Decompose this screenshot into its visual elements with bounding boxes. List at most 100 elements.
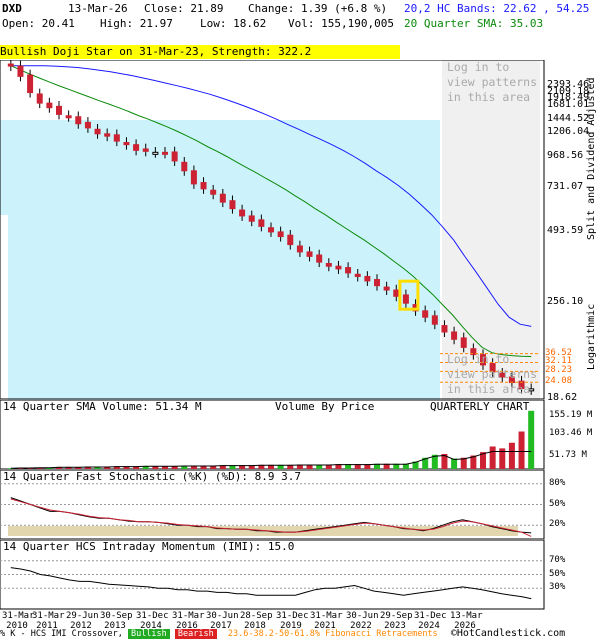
candle-body [84, 121, 91, 129]
candle-body [268, 227, 274, 233]
candle-body [142, 148, 149, 152]
login-watermark-bottom: Log in to view patterns in this area [447, 352, 538, 396]
candle-body [316, 254, 323, 263]
candle-body [451, 331, 458, 340]
momentum-tick-0: 70% [549, 554, 566, 565]
candle-body [287, 234, 294, 246]
low-value: Low: 18.62 [200, 17, 267, 30]
candle-body [296, 245, 303, 253]
price-tick-9: 256.10 [547, 296, 584, 308]
candle-body [248, 215, 255, 222]
volume-by-price-label: Volume By Price [275, 400, 375, 413]
momentum-tick-1: 50% [549, 568, 566, 579]
quarterly-chart-label: QUARTERLY CHART [430, 400, 530, 413]
cyan-zone [8, 120, 440, 400]
signal-banner: Bullish Doji Star on 31-Mar-23, Strength… [0, 45, 400, 59]
price-tick-4: 1444.52 [547, 112, 590, 124]
candle-body [36, 93, 43, 104]
right-axis-scale: Logarithmic [586, 303, 597, 370]
close-value: Close: 21.89 [144, 2, 224, 15]
candle-body [152, 151, 159, 155]
candle-body [383, 286, 390, 291]
candle-body [27, 74, 34, 94]
candle-body [123, 142, 130, 146]
candle-body [219, 193, 226, 203]
cyan-zone-left [0, 120, 8, 215]
right-axis-title: Split and Dividend Adjusted [586, 77, 597, 240]
volume-bar [528, 410, 535, 469]
price-tick-3: 1681.01 [547, 99, 590, 111]
volume-bar [489, 446, 496, 469]
candle-body [229, 200, 236, 210]
candle-body [190, 170, 197, 185]
volume-bar [508, 442, 515, 469]
momentum-title: 14 Quarter HCS Intraday Momentum (IMI): … [3, 540, 295, 553]
candle-body [277, 231, 284, 238]
candle-body [431, 315, 438, 325]
sma-label: 20 Quarter SMA: 35.03 [404, 17, 544, 30]
symbol: DXD [2, 2, 22, 15]
candle-body [104, 133, 111, 137]
candle-body [325, 263, 332, 267]
price-chart [0, 60, 545, 400]
price-tick-6: 968.56 [547, 150, 584, 162]
candle-body [181, 161, 188, 172]
footer-prefix: % K - HCS IMI Crossover, [0, 629, 123, 639]
candle-body [239, 209, 246, 217]
candle-body [75, 116, 82, 125]
candle-body [210, 189, 217, 195]
candle-body [335, 265, 342, 270]
candle-body [162, 151, 168, 155]
candle-body [364, 275, 371, 282]
price-tick-10: 18.62 [547, 391, 578, 403]
candle-body [393, 289, 400, 297]
candle-body [441, 325, 448, 333]
quote-date: 13-Mar-26 [68, 2, 128, 15]
candle-body [7, 63, 14, 67]
bullish-badge: Bullish [127, 629, 170, 639]
candle-body [422, 310, 429, 318]
price-tick-7: 731.07 [547, 180, 584, 192]
candle-body [345, 267, 352, 274]
candle-body [258, 219, 265, 227]
candle-body [94, 128, 101, 135]
momentum-tick-2: 30% [549, 582, 566, 593]
change-value: Change: 1.39 (+6.8 %) [248, 2, 388, 15]
hc-bands-label: 20,2 HC Bands: 22.62 , 54.25 [404, 2, 590, 15]
login-zone [442, 60, 540, 400]
copyright[interactable]: ©HotCandlestick.com [451, 628, 565, 639]
candle-body [460, 337, 467, 348]
stochastic-tick-2: 20% [549, 519, 566, 530]
login-watermark-top: Log in to view patterns in this area [447, 60, 538, 104]
footer-legend: % K - HCS IMI Crossover, Bullish Bearish… [0, 628, 565, 640]
volume-tick-0: 155.19 M [549, 410, 593, 420]
candle-body [200, 182, 207, 190]
candle-body [133, 144, 140, 151]
stochastic-tick-0: 80% [549, 477, 566, 488]
bearish-badge: Bearish [174, 629, 217, 639]
volume-tick-2: 51.73 M [549, 450, 587, 460]
price-tick-8: 493.59 [547, 225, 584, 236]
candle-body [171, 151, 178, 162]
candle-body [402, 294, 409, 304]
stochastic-title: 14 Quarter Fast Stochastic (%K) (%D): 8.… [3, 470, 302, 483]
candle-body [306, 251, 313, 257]
fib-label-3: 24.08 [545, 376, 573, 387]
high-value: High: 21.97 [100, 17, 173, 30]
candle-body [46, 102, 53, 109]
imi-line [10, 567, 532, 600]
open-value: Open: 20.41 [2, 17, 75, 30]
candle-body [17, 65, 24, 77]
volume-value: Vol: 155,190,005 [288, 17, 394, 30]
fib-legend: 23.6-38.2-50-61.8% Fibonacci Retracement… [227, 629, 438, 639]
candle-body [56, 105, 62, 115]
stochastic-tick-1: 50% [549, 498, 566, 509]
volume-bar [451, 458, 458, 469]
volume-title: 14 Quarter SMA Volume: 51.34 M [3, 400, 202, 413]
price-tick-5: 1206.04 [547, 126, 590, 138]
volume-tick-1: 103.46 M [549, 428, 593, 438]
candle-body [354, 273, 361, 277]
fib-label-2: 28.23 [545, 365, 573, 376]
candle-body [374, 279, 380, 287]
volume-bar [518, 431, 525, 469]
